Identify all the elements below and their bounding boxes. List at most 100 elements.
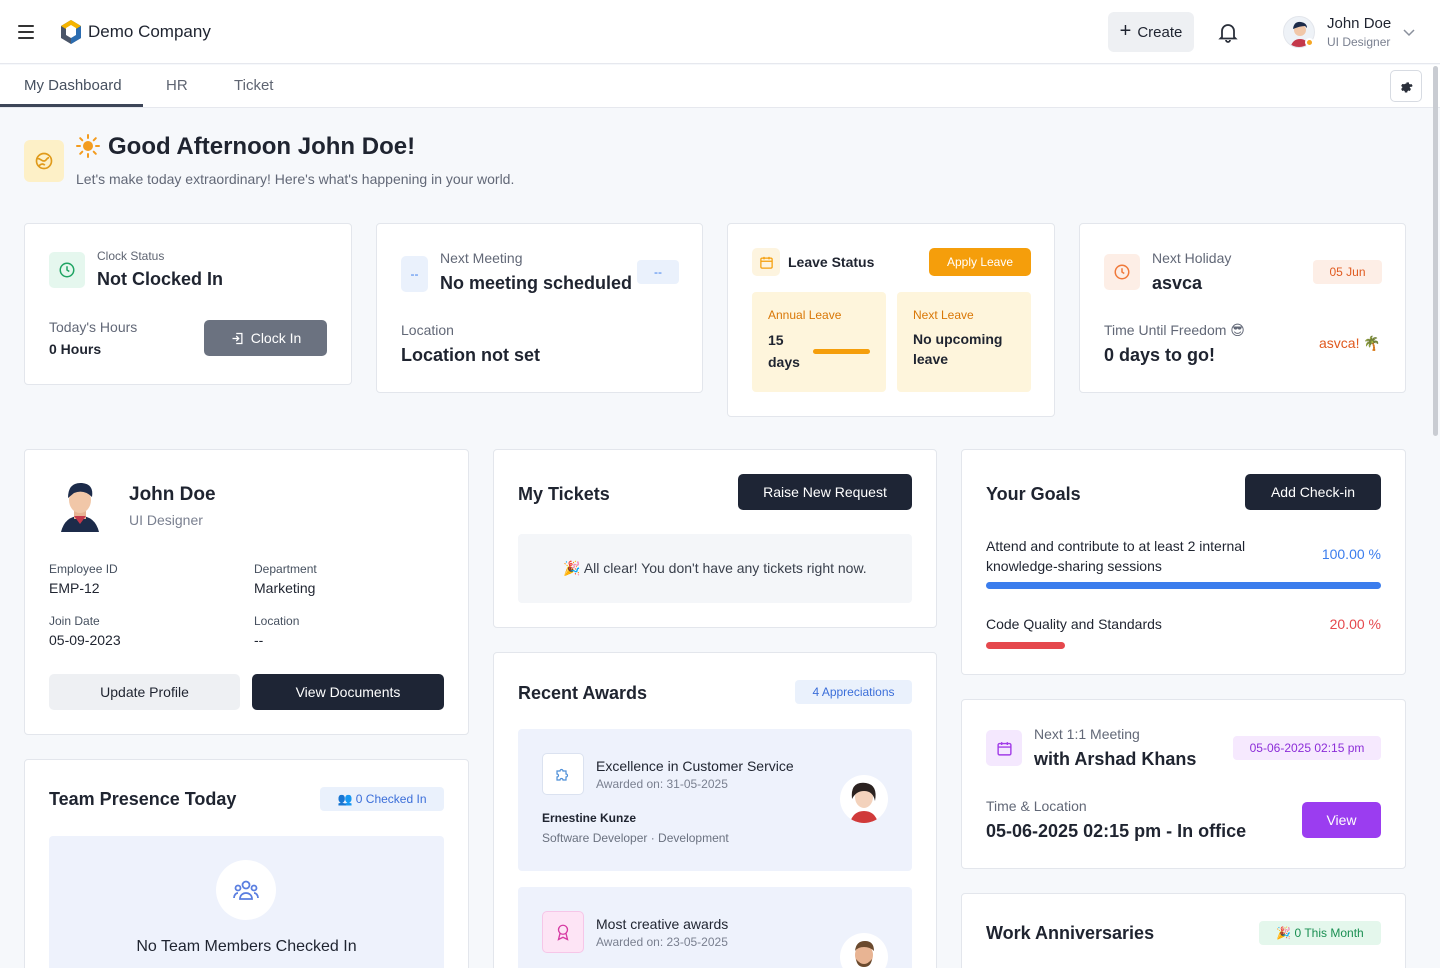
top-bar: Demo Company + Create John Doe UI Design… xyxy=(0,0,1440,64)
add-check-in-button[interactable]: Add Check-in xyxy=(1245,474,1381,510)
todays-hours-label: Today's Hours xyxy=(49,319,138,335)
recent-awards-card: Recent Awards 4 Appreciations Excellence… xyxy=(493,652,937,968)
menu-icon[interactable] xyxy=(16,20,38,44)
leave-status-card: Leave Status Apply Leave Annual Leave 15… xyxy=(727,223,1055,417)
one-on-one-label: Next 1:1 Meeting xyxy=(1034,726,1140,742)
company-logo-icon xyxy=(61,20,81,44)
medal-icon xyxy=(557,924,569,941)
login-icon xyxy=(232,332,243,344)
next-meeting-label: Next Meeting xyxy=(440,250,523,266)
one-on-one-title: with Arshad Khans xyxy=(1034,749,1197,769)
view-documents-button[interactable]: View Documents xyxy=(252,674,444,710)
time-until-freedom-label: Time Until Freedom 😎 xyxy=(1104,322,1245,338)
status-dot xyxy=(1305,38,1314,47)
clock-icon-box xyxy=(49,252,85,288)
tab-ticket[interactable]: Ticket xyxy=(234,77,273,94)
next-leave-box: Next Leave No upcoming leave xyxy=(897,292,1031,392)
work-anniversaries-title: Work Anniversaries xyxy=(986,923,1155,943)
scrollbar[interactable] xyxy=(1433,66,1438,436)
clock-in-button[interactable]: Clock In xyxy=(204,320,327,356)
award-title: Most creative awards xyxy=(596,916,729,932)
team-icon-circle xyxy=(216,860,276,920)
clock-in-label: Clock In xyxy=(250,330,302,346)
award-person-meta: Software Developer · Development xyxy=(542,831,729,845)
one-on-one-icon-box xyxy=(986,730,1022,766)
award-date: Awarded on: 23-05-2025 xyxy=(596,935,728,949)
greeting-title: Good Afternoon John Doe! xyxy=(108,133,416,160)
next-meeting-title: No meeting scheduled xyxy=(440,273,633,293)
holiday-note: asvca! 🌴 xyxy=(1319,335,1381,351)
bell-icon[interactable] xyxy=(1216,20,1240,44)
meeting-icon-box: -- xyxy=(401,256,428,292)
annual-leave-progress-fill xyxy=(813,349,870,354)
annual-leave-progress xyxy=(813,349,870,354)
anniversaries-badge: 🎉 0 This Month xyxy=(1259,921,1381,945)
my-tickets-title: My Tickets xyxy=(518,484,610,504)
recent-awards-title: Recent Awards xyxy=(518,683,648,703)
award-title: Excellence in Customer Service xyxy=(596,758,794,774)
goal-percent: 100.00 % xyxy=(1321,546,1381,562)
award-item[interactable]: Most creative awards Awarded on: 23-05-2… xyxy=(518,887,912,968)
settings-button[interactable] xyxy=(1390,70,1422,102)
meeting-location-value: Location not set xyxy=(401,345,540,365)
appreciations-badge: 4 Appreciations xyxy=(795,680,912,704)
user-role: UI Designer xyxy=(1327,35,1391,49)
meeting-badge: -- xyxy=(637,260,679,284)
join-date-label: Join Date xyxy=(49,614,100,628)
gear-icon xyxy=(1401,82,1413,93)
location-label: Location xyxy=(254,614,300,628)
next-one-on-one-card: Next 1:1 Meeting with Arshad Khans 05-06… xyxy=(961,699,1406,869)
next-leave-value: No upcoming leave xyxy=(913,331,1003,367)
raise-new-request-button[interactable]: Raise New Request xyxy=(738,474,912,510)
your-goals-title: Your Goals xyxy=(986,484,1081,504)
annual-leave-label: Annual Leave xyxy=(768,308,842,322)
join-date-value: 05-09-2023 xyxy=(49,632,121,648)
department-label: Department xyxy=(254,562,317,576)
active-tab-indicator xyxy=(0,104,143,107)
profile-avatar xyxy=(49,476,111,532)
create-button[interactable]: + Create xyxy=(1108,12,1194,52)
clock-icon xyxy=(1114,264,1130,280)
time-location-value: 05-06-2025 02:15 pm - In office xyxy=(986,821,1247,841)
time-location-label: Time & Location xyxy=(986,798,1087,814)
create-label: Create xyxy=(1137,23,1183,41)
award-person-avatar xyxy=(840,933,888,968)
clock-status-value: Not Clocked In xyxy=(97,269,224,289)
award-person-avatar xyxy=(840,775,888,823)
profile-role: UI Designer xyxy=(129,512,203,528)
leave-status-title: Leave Status xyxy=(788,254,875,270)
calendar-icon xyxy=(759,256,773,269)
award-item[interactable]: Excellence in Customer Service Awarded o… xyxy=(518,729,912,871)
award-icon-box xyxy=(542,911,584,953)
holiday-date-badge: 05 Jun xyxy=(1313,260,1382,284)
next-holiday-card: Next Holiday asvca 05 Jun Time Until Fre… xyxy=(1079,223,1406,393)
annual-leave-box: Annual Leave 15 days xyxy=(752,292,886,392)
puzzle-icon xyxy=(556,768,569,781)
users-icon xyxy=(233,880,259,900)
goal-text: Attend and contribute to at least 2 inte… xyxy=(986,538,1246,574)
tab-hr[interactable]: HR xyxy=(166,77,188,94)
my-tickets-card: My Tickets Raise New Request 🎉 All clear… xyxy=(493,449,937,628)
award-icon-box xyxy=(542,753,584,795)
chevron-down-icon[interactable] xyxy=(1403,26,1415,38)
annual-leave-value: 15 days xyxy=(768,332,800,370)
profile-card: John Doe UI Designer Employee ID EMP-12 … xyxy=(24,449,469,735)
employee-id-value: EMP-12 xyxy=(49,580,100,596)
award-person: Ernestine Kunze xyxy=(542,811,637,825)
apply-leave-button[interactable]: Apply Leave xyxy=(929,248,1031,276)
department-value: Marketing xyxy=(254,580,316,596)
goal-progress-bar xyxy=(986,642,1381,649)
goal-text: Code Quality and Standards xyxy=(986,616,1162,632)
plus-icon: + xyxy=(1119,20,1132,42)
next-leave-label: Next Leave xyxy=(913,308,974,322)
meeting-location-label: Location xyxy=(401,322,454,338)
tab-my-dashboard[interactable]: My Dashboard xyxy=(24,77,122,94)
tab-bar: My Dashboard HR Ticket xyxy=(0,65,1440,108)
holiday-icon-box xyxy=(1104,254,1140,290)
globe-icon xyxy=(35,152,53,170)
sun-icon xyxy=(76,134,100,158)
update-profile-button[interactable]: Update Profile xyxy=(49,674,240,710)
next-holiday-name: asvca xyxy=(1152,273,1203,293)
goal-percent: 20.00 % xyxy=(1329,616,1381,632)
view-meeting-button[interactable]: View xyxy=(1302,802,1381,838)
